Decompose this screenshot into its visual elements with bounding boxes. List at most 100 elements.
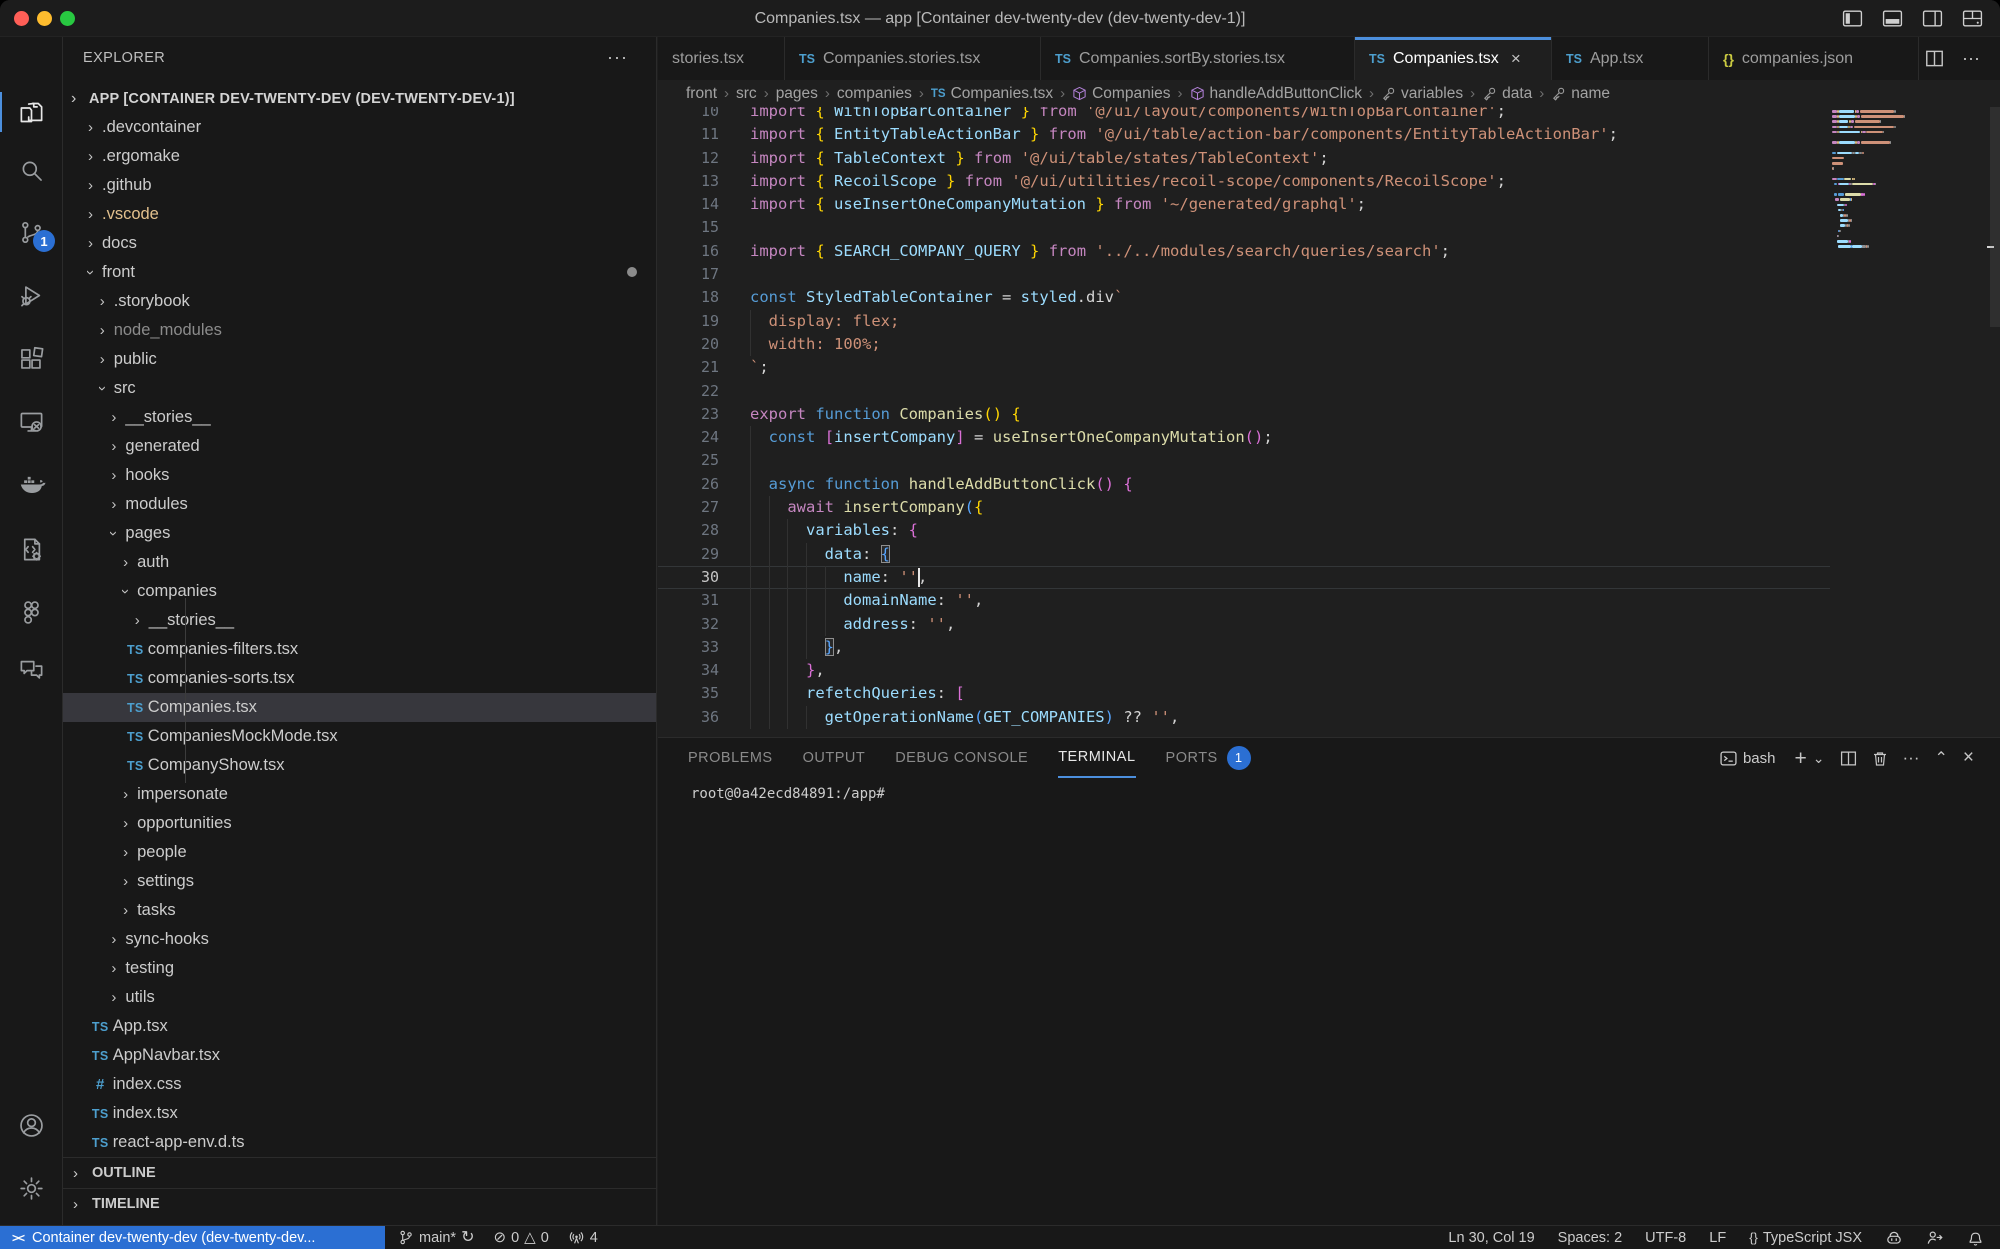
- customize-layout-icon[interactable]: [1960, 6, 1984, 30]
- new-terminal-icon[interactable]: +: [1795, 748, 1807, 769]
- branch-status[interactable]: main* ↻: [398, 1229, 474, 1246]
- panel-tab-debug-console[interactable]: DEBUG CONSOLE: [895, 738, 1028, 778]
- close-panel-icon[interactable]: ×: [1963, 747, 1974, 769]
- tab-Companies.stories.tsx[interactable]: TSCompanies.stories.tsx: [785, 37, 1041, 80]
- outline-section[interactable]: › OUTLINE: [63, 1157, 656, 1188]
- breadcrumb-item-companies[interactable]: companies: [837, 85, 912, 103]
- tree-item-hooks[interactable]: ›hooks: [63, 461, 656, 490]
- tree-item-front[interactable]: ›front: [63, 258, 656, 287]
- breadcrumb-item-name[interactable]: name: [1551, 85, 1610, 103]
- language-mode-status[interactable]: {} TypeScript JSX: [1749, 1230, 1862, 1246]
- tree-item-auth[interactable]: ›auth: [63, 548, 656, 577]
- activity-item-search[interactable]: [0, 146, 63, 194]
- code-line-33[interactable]: 33 },: [658, 636, 1830, 659]
- activity-item-codegen[interactable]: [0, 525, 63, 573]
- tree-item-companies-sorts.tsx[interactable]: TScompanies-sorts.tsx: [63, 664, 656, 693]
- tree-item-people[interactable]: ›people: [63, 838, 656, 867]
- cursor-position-status[interactable]: Ln 30, Col 19: [1448, 1230, 1534, 1246]
- tree-item-companies[interactable]: ›companies: [63, 577, 656, 606]
- activity-item-docker[interactable]: [0, 460, 63, 508]
- terminal-prompt[interactable]: root@0a42ecd84891:/app#: [691, 786, 885, 802]
- tab-Companies.sortBy.stories.tsx[interactable]: TSCompanies.sortBy.stories.tsx: [1041, 37, 1355, 80]
- code-line-27[interactable]: 27 await insertCompany({: [658, 496, 1830, 519]
- toggle-panel-icon[interactable]: [1880, 6, 1904, 30]
- tree-item-opportunities[interactable]: ›opportunities: [63, 809, 656, 838]
- code-line-23[interactable]: 23export function Companies() {: [658, 403, 1830, 426]
- code-editor[interactable]: 10import { WithTopBarContainer } from '@…: [658, 107, 2000, 737]
- breadcrumb-item-pages[interactable]: pages: [776, 85, 818, 103]
- tree-item-tasks[interactable]: ›tasks: [63, 896, 656, 925]
- activity-item-settings[interactable]: [0, 1164, 63, 1212]
- breadcrumb-item-src[interactable]: src: [736, 85, 757, 103]
- code-line-10[interactable]: 10import { WithTopBarContainer } from '@…: [658, 107, 1830, 123]
- tree-item-settings[interactable]: ›settings: [63, 867, 656, 896]
- tree-item-Companies.tsx[interactable]: TSCompanies.tsx: [63, 693, 656, 722]
- code-line-29[interactable]: 29 data: {: [658, 543, 1830, 566]
- tree-item-index.tsx[interactable]: TSindex.tsx: [63, 1099, 656, 1128]
- code-line-19[interactable]: 19 display: flex;: [658, 310, 1830, 333]
- code-line-13[interactable]: 13import { RecoilScope } from '@/ui/util…: [658, 170, 1830, 193]
- code-line-32[interactable]: 32 address: '',: [658, 613, 1830, 636]
- tree-item-testing[interactable]: ›testing: [63, 954, 656, 983]
- editor-more-actions-icon[interactable]: ···: [1962, 48, 1980, 69]
- breadcrumb-item-data[interactable]: data: [1482, 85, 1532, 103]
- activity-item-source-control[interactable]: 1: [0, 208, 63, 256]
- tree-item-__stories__[interactable]: ›__stories__: [63, 606, 656, 635]
- code-line-17[interactable]: 17: [658, 263, 1830, 286]
- breadcrumb-item-handleAddButtonClick[interactable]: handleAddButtonClick: [1190, 85, 1363, 103]
- panel-tab-problems[interactable]: PROBLEMS: [688, 738, 773, 778]
- feedback-icon[interactable]: [1926, 1229, 1944, 1247]
- timeline-section[interactable]: › TIMELINE: [63, 1188, 656, 1219]
- tree-item-pages[interactable]: ›pages: [63, 519, 656, 548]
- notifications-bell-icon[interactable]: [1967, 1229, 1984, 1247]
- code-line-31[interactable]: 31 domainName: '',: [658, 589, 1830, 612]
- tree-item-.vscode[interactable]: ›.vscode: [63, 200, 656, 229]
- panel-more-actions-icon[interactable]: ···: [1903, 748, 1920, 768]
- tree-item-docs[interactable]: ›docs: [63, 229, 656, 258]
- copilot-status-icon[interactable]: [1885, 1229, 1903, 1247]
- tree-item-utils[interactable]: ›utils: [63, 983, 656, 1012]
- problems-status[interactable]: ⊘ 0 △ 0: [493, 1230, 548, 1246]
- tab-companies.json[interactable]: {}companies.json: [1709, 37, 1919, 80]
- breadcrumb-item-Companies[interactable]: Companies: [1072, 85, 1170, 103]
- code-line-28[interactable]: 28 variables: {: [658, 519, 1830, 542]
- indentation-status[interactable]: Spaces: 2: [1558, 1230, 1623, 1246]
- code-line-26[interactable]: 26 async function handleAddButtonClick()…: [658, 473, 1830, 496]
- tree-item-CompanyShow.tsx[interactable]: TSCompanyShow.tsx: [63, 751, 656, 780]
- split-editor-icon[interactable]: [1925, 49, 1944, 68]
- breadcrumb-item-variables[interactable]: variables: [1381, 85, 1463, 103]
- tree-item-index.css[interactable]: #index.css: [63, 1070, 656, 1099]
- tree-item-generated[interactable]: ›generated: [63, 432, 656, 461]
- kill-terminal-icon[interactable]: [1872, 750, 1888, 767]
- code-line-18[interactable]: 18const StyledTableContainer = styled.di…: [658, 286, 1830, 309]
- code-line-20[interactable]: 20 width: 100%;: [658, 333, 1830, 356]
- tab-App.tsx[interactable]: TSApp.tsx: [1552, 37, 1709, 80]
- eol-status[interactable]: LF: [1709, 1230, 1726, 1246]
- activity-item-comments[interactable]: [0, 645, 63, 693]
- activity-item-figma[interactable]: [0, 588, 63, 636]
- code-line-30[interactable]: 30 name: '',: [658, 566, 1830, 589]
- close-tab-icon[interactable]: ×: [1511, 49, 1521, 69]
- breadcrumb-item-Companies.tsx[interactable]: TSCompanies.tsx: [931, 85, 1053, 103]
- tree-item-sync-hooks[interactable]: ›sync-hooks: [63, 925, 656, 954]
- tab-stories.tsx[interactable]: stories.tsx: [658, 37, 785, 80]
- split-terminal-icon[interactable]: [1840, 750, 1857, 767]
- tree-item-node_modules[interactable]: ›node_modules: [63, 316, 656, 345]
- tree-item-src[interactable]: ›src: [63, 374, 656, 403]
- tree-item-App.tsx[interactable]: TSApp.tsx: [63, 1012, 656, 1041]
- code-line-21[interactable]: 21`;: [658, 356, 1830, 379]
- panel-tab-ports[interactable]: PORTS1: [1166, 738, 1251, 778]
- tree-item-AppNavbar.tsx[interactable]: TSAppNavbar.tsx: [63, 1041, 656, 1070]
- activity-item-explorer[interactable]: [0, 88, 63, 136]
- panel-tab-terminal[interactable]: TERMINAL: [1058, 738, 1135, 778]
- maximize-panel-icon[interactable]: ⌃: [1934, 748, 1947, 768]
- tree-item-public[interactable]: ›public: [63, 345, 656, 374]
- code-line-24[interactable]: 24 const [insertCompany] = useInsertOneC…: [658, 426, 1830, 449]
- breadcrumb-item-front[interactable]: front: [686, 85, 717, 103]
- tree-item-CompaniesMockMode.tsx[interactable]: TSCompaniesMockMode.tsx: [63, 722, 656, 751]
- code-line-25[interactable]: 25: [658, 449, 1830, 472]
- tab-Companies.tsx[interactable]: TSCompanies.tsx×: [1355, 37, 1552, 80]
- tree-item-impersonate[interactable]: ›impersonate: [63, 780, 656, 809]
- remote-indicator[interactable]: >< Container dev-twenty-dev (dev-twenty-…: [0, 1226, 385, 1249]
- code-line-16[interactable]: 16import { SEARCH_COMPANY_QUERY } from '…: [658, 240, 1830, 263]
